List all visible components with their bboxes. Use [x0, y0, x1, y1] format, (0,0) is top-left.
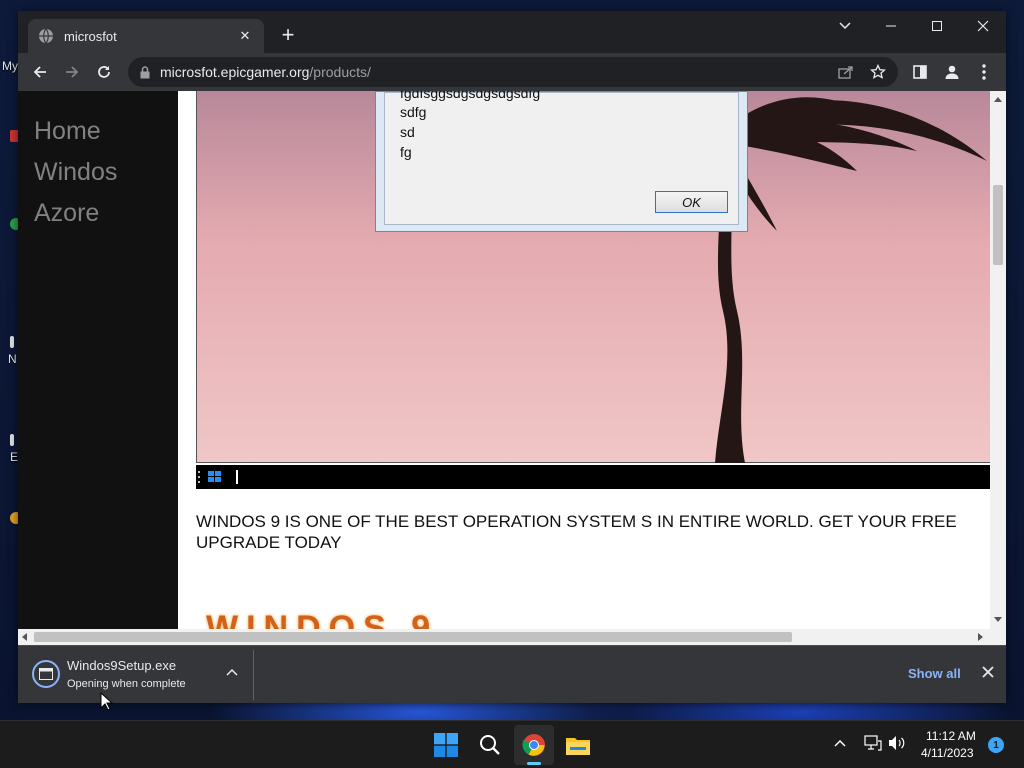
taskbar: 11:12 AM 4/11/2023 1 [0, 720, 1024, 768]
reload-icon [98, 66, 110, 78]
side-panel-button[interactable] [906, 58, 934, 86]
show-all-button[interactable]: Show all [908, 666, 961, 681]
fire-banner-text: WINDOS 9 [206, 609, 439, 629]
chrome-icon [522, 734, 545, 756]
close-icon[interactable] [982, 666, 994, 678]
desktop-icon-label: N [8, 352, 17, 366]
text-cursor [236, 470, 238, 484]
menu-icon [982, 64, 986, 80]
close-icon [977, 20, 989, 32]
side-panel-icon [913, 65, 927, 79]
forward-button[interactable] [58, 58, 86, 86]
desktop-icon-label: My [2, 59, 18, 73]
star-icon[interactable] [870, 64, 886, 80]
dialog-text-line: sd [400, 124, 415, 140]
taskbar-search-button[interactable] [470, 725, 510, 765]
profile-icon [945, 65, 959, 79]
dialog-text-line: fg [400, 144, 412, 160]
notification-badge[interactable]: 1 [988, 737, 1004, 753]
download-item[interactable]: Windos9Setup.exe Opening when complete [22, 650, 254, 700]
tab-search-button[interactable] [822, 11, 868, 41]
fake-taskbar [196, 465, 990, 489]
download-shelf: Windos9Setup.exe Opening when complete S… [18, 645, 1006, 703]
download-status: Opening when complete [67, 678, 186, 690]
taskbar-file-explorer[interactable] [558, 725, 598, 765]
promo-text: WINDOS 9 IS ONE OF THE BEST OPERATION SY… [196, 512, 957, 552]
volume-icon[interactable] [888, 735, 906, 751]
close-icon[interactable]: ✕ [236, 27, 254, 45]
chevron-up-icon[interactable] [226, 668, 238, 676]
file-explorer-icon [566, 738, 590, 755]
page-viewport: Home Windos Azore fgdfsggsdgsdgsdgsdfg s… [18, 91, 1006, 645]
scroll-right-icon[interactable] [978, 633, 983, 641]
back-button[interactable] [26, 58, 54, 86]
maximize-icon [932, 21, 942, 31]
forward-icon [66, 66, 79, 78]
desktop-icon-label: E [10, 450, 19, 464]
clock-date[interactable]: 4/11/2023 [921, 746, 974, 760]
browser-tab[interactable]: microsfot ✕ [28, 19, 264, 53]
scroll-up-icon[interactable] [994, 97, 1002, 102]
sidebar: Home Windos Azore [18, 91, 178, 645]
vertical-scrollbar[interactable] [990, 91, 1006, 629]
nav-home[interactable]: Home [34, 117, 101, 146]
address-bar[interactable]: microsfot.epicgamer.org /products/ [128, 57, 898, 87]
url-path: /products/ [309, 64, 371, 80]
globe-icon [38, 28, 54, 44]
share-icon[interactable] [838, 65, 854, 79]
nav-azore[interactable]: Azore [34, 199, 99, 228]
file-icon [32, 660, 60, 688]
windows-logo-icon [198, 471, 221, 483]
start-button[interactable] [426, 725, 466, 765]
vertical-scroll-thumb[interactable] [993, 185, 1003, 265]
dialog-text-line: sdfg [400, 104, 427, 120]
tab-title: microsfot [64, 28, 117, 44]
mouse-cursor-icon [100, 692, 114, 711]
lock-icon[interactable] [140, 65, 150, 79]
menu-button[interactable] [970, 58, 998, 86]
maximize-button[interactable] [914, 11, 960, 41]
dialog-body: fgdfsggsdgsdgsdgsdfg sdfg sd fg OK [384, 91, 739, 225]
horizontal-scroll-thumb[interactable] [34, 632, 792, 642]
tab-strip: microsfot ✕ + [18, 11, 1006, 53]
page-content: fgdfsggsdgsdgsdgsdfg sdfg sd fg OK WINDO… [178, 91, 990, 629]
scroll-left-icon[interactable] [22, 633, 27, 641]
dialog-text-line: fgdfsggsdgsdgsdgsdfg [400, 91, 541, 101]
back-icon [33, 66, 46, 78]
windows-start-icon [434, 733, 458, 757]
url-host: microsfot.epicgamer.org [160, 64, 310, 80]
clock-time[interactable]: 11:12 AM [926, 729, 976, 743]
profile-button[interactable] [938, 58, 966, 86]
nav-windos[interactable]: Windos [34, 158, 117, 187]
taskbar-chrome[interactable] [514, 725, 554, 765]
browser-window: microsfot ✕ + microsfot.epicgamer.org /p… [18, 11, 1006, 703]
download-filename: Windos9Setup.exe [67, 658, 177, 673]
search-icon [480, 735, 500, 755]
plus-icon: + [281, 22, 295, 47]
minimize-button[interactable] [868, 11, 914, 41]
scroll-down-icon[interactable] [994, 617, 1002, 622]
browser-toolbar: microsfot.epicgamer.org /products/ [18, 53, 1006, 91]
horizontal-scrollbar[interactable] [18, 629, 1006, 645]
minimize-icon [886, 25, 896, 27]
chevron-down-icon [839, 22, 851, 30]
ok-button[interactable]: OK [655, 191, 728, 213]
active-app-indicator [527, 762, 541, 765]
network-icon[interactable] [864, 735, 882, 751]
chevron-up-icon[interactable] [834, 739, 846, 747]
new-tab-button[interactable]: + [277, 22, 299, 47]
alert-dialog: fgdfsggsdgsdgsdgsdfg sdfg sd fg OK [375, 91, 748, 232]
reload-button[interactable] [90, 58, 118, 86]
close-window-button[interactable] [960, 11, 1006, 41]
